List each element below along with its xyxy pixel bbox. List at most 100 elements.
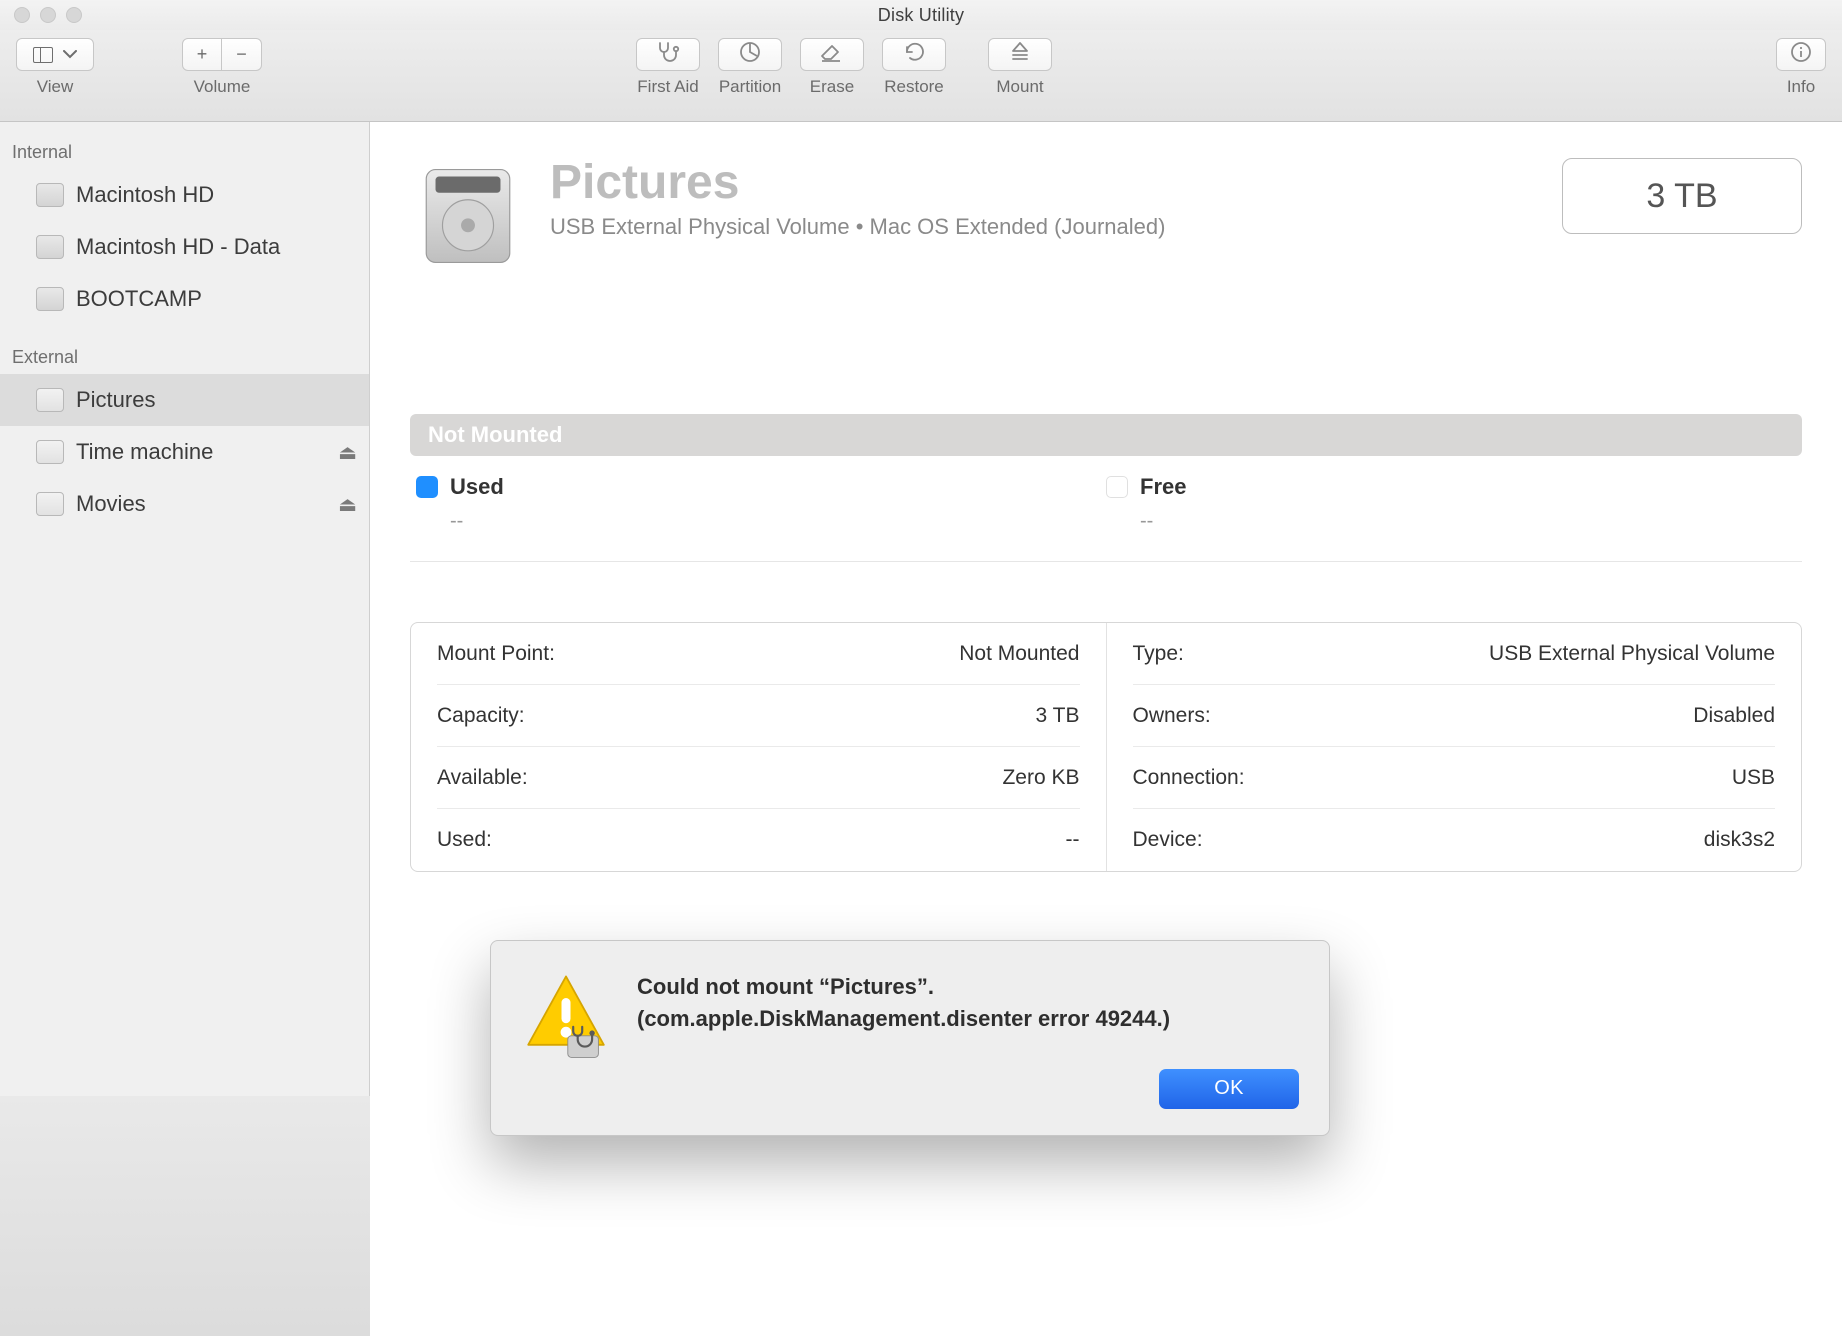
detail-row-available: Available: Zero KB <box>437 747 1080 809</box>
titlebar: Disk Utility <box>0 0 1842 30</box>
details-right: Type: USB External Physical Volume Owners… <box>1106 623 1802 871</box>
used-label: Used <box>450 474 504 500</box>
sidebar-item-label: BOOTCAMP <box>76 286 202 312</box>
sidebar-layout-icon <box>33 47 53 63</box>
pie-icon <box>738 40 762 69</box>
detail-value: USB External Physical Volume <box>1489 642 1775 666</box>
toolbar-restore: Restore <box>882 38 946 97</box>
detail-value: 3 TB <box>1036 704 1080 728</box>
detail-key: Used: <box>437 828 492 852</box>
sidebar-item-label: Movies <box>76 491 146 517</box>
view-label: View <box>37 77 74 97</box>
partition-label: Partition <box>719 77 781 97</box>
first-aid-button[interactable] <box>636 38 700 71</box>
sidebar-item-bootcamp[interactable]: BOOTCAMP <box>0 273 369 325</box>
restore-label: Restore <box>884 77 944 97</box>
detail-value: Disabled <box>1693 704 1775 728</box>
ok-button[interactable]: OK <box>1159 1069 1299 1109</box>
eject-icon[interactable]: ⏏ <box>338 492 357 517</box>
detail-value: USB <box>1732 766 1775 790</box>
body: Internal Macintosh HD Macintosh HD - Dat… <box>0 122 1842 1336</box>
dialog-message: Could not mount “Pictures”. (com.apple.D… <box>637 971 1299 1109</box>
volume-remove-button[interactable]: − <box>222 38 262 71</box>
status-bar: Not Mounted <box>410 414 1802 456</box>
details-panel: Mount Point:Not Mounted Capacity: 3 TB Av… <box>410 622 1802 872</box>
zoom-window-button[interactable] <box>66 7 82 23</box>
detail-row-owners: Owners: Disabled <box>1133 685 1776 747</box>
sidebar-item-label: Macintosh HD - Data <box>76 234 280 260</box>
minimize-window-button[interactable] <box>40 7 56 23</box>
internal-drive-icon <box>36 235 64 259</box>
toolbar-mount: Mount <box>988 38 1052 97</box>
detail-row-connection: Connection: USB <box>1133 747 1776 809</box>
info-icon <box>1790 41 1812 68</box>
minus-icon: − <box>236 44 247 65</box>
legend-row: Used -- Free -- <box>410 474 1802 562</box>
detail-value: disk3s2 <box>1704 828 1775 852</box>
main-pane: Pictures USB External Physical Volume • … <box>370 122 1842 1336</box>
view-button[interactable] <box>16 38 94 71</box>
sidebar-item-time-machine[interactable]: Time machine ⏏ <box>0 426 369 478</box>
legend-used: Used -- <box>416 474 1106 533</box>
restore-button[interactable] <box>882 38 946 71</box>
detail-row-used: Used:-- <box>437 809 1080 871</box>
volume-header: Pictures USB External Physical Volume • … <box>410 158 1802 274</box>
error-dialog: Could not mount “Pictures”. (com.apple.D… <box>490 940 1330 1136</box>
traffic-lights <box>14 7 82 23</box>
mount-button[interactable] <box>988 38 1052 71</box>
sidebar-item-movies[interactable]: Movies ⏏ <box>0 478 369 530</box>
internal-drive-icon <box>36 287 64 311</box>
usage-section: Not Mounted Used -- Free <box>410 414 1802 562</box>
detail-key: Owners: <box>1133 704 1211 728</box>
used-value: -- <box>416 510 1106 533</box>
toolbar: View + − Volume First Aid <box>0 30 1842 122</box>
info-label: Info <box>1787 77 1815 97</box>
detail-key: Type: <box>1133 642 1184 666</box>
sidebar: Internal Macintosh HD Macintosh HD - Dat… <box>0 122 370 1336</box>
detail-key: Device: <box>1133 828 1203 852</box>
sidebar-item-macintosh-hd[interactable]: Macintosh HD <box>0 169 369 221</box>
dialog-line-2: (com.apple.DiskManagement.disenter error… <box>637 1003 1299 1035</box>
mount-label: Mount <box>996 77 1043 97</box>
toolbar-center: First Aid Partition Erase <box>636 38 1052 97</box>
sidebar-item-macintosh-hd-data[interactable]: Macintosh HD - Data <box>0 221 369 273</box>
stethoscope-icon <box>655 41 681 68</box>
disk-utility-window: Disk Utility View + − <box>0 0 1842 1336</box>
detail-row-type: Type: USB External Physical Volume <box>1133 623 1776 685</box>
volume-size-badge: 3 TB <box>1562 158 1802 234</box>
detail-row-device: Device: disk3s2 <box>1133 809 1776 871</box>
erase-button[interactable] <box>800 38 864 71</box>
detail-value: Zero KB <box>1002 766 1079 790</box>
toolbar-volume-group: + − Volume <box>182 38 262 97</box>
used-swatch-icon <box>416 476 438 498</box>
erase-label: Erase <box>810 77 854 97</box>
mount-icon <box>1009 40 1031 69</box>
dialog-line-1: Could not mount “Pictures”. <box>637 971 1299 1003</box>
toolbar-partition: Partition <box>718 38 782 97</box>
window-title: Disk Utility <box>0 5 1842 26</box>
volume-subtitle: USB External Physical Volume • Mac OS Ex… <box>550 214 1538 240</box>
status-text: Not Mounted <box>428 422 562 448</box>
close-window-button[interactable] <box>14 7 30 23</box>
plus-icon: + <box>197 44 208 65</box>
external-drive-icon <box>36 440 64 464</box>
detail-key: Available: <box>437 766 528 790</box>
toolbar-firstaid: First Aid <box>636 38 700 97</box>
volume-label: Volume <box>194 77 251 97</box>
volume-add-button[interactable]: + <box>182 38 222 71</box>
detail-value: Not Mounted <box>959 642 1079 666</box>
detail-row-capacity: Capacity: 3 TB <box>437 685 1080 747</box>
partition-button[interactable] <box>718 38 782 71</box>
sidebar-item-pictures[interactable]: Pictures <box>0 374 369 426</box>
sidebar-item-label: Macintosh HD <box>76 182 214 208</box>
toolbar-info-group: Info <box>1776 38 1826 97</box>
info-button[interactable] <box>1776 38 1826 71</box>
free-label: Free <box>1140 474 1186 500</box>
detail-key: Connection: <box>1133 766 1245 790</box>
external-drive-icon <box>36 492 64 516</box>
eject-icon[interactable]: ⏏ <box>338 440 357 465</box>
eraser-icon <box>819 41 845 68</box>
detail-row-mount-point: Mount Point:Not Mounted <box>437 623 1080 685</box>
restore-arrow-icon <box>902 41 926 68</box>
detail-key: Capacity: <box>437 704 525 728</box>
